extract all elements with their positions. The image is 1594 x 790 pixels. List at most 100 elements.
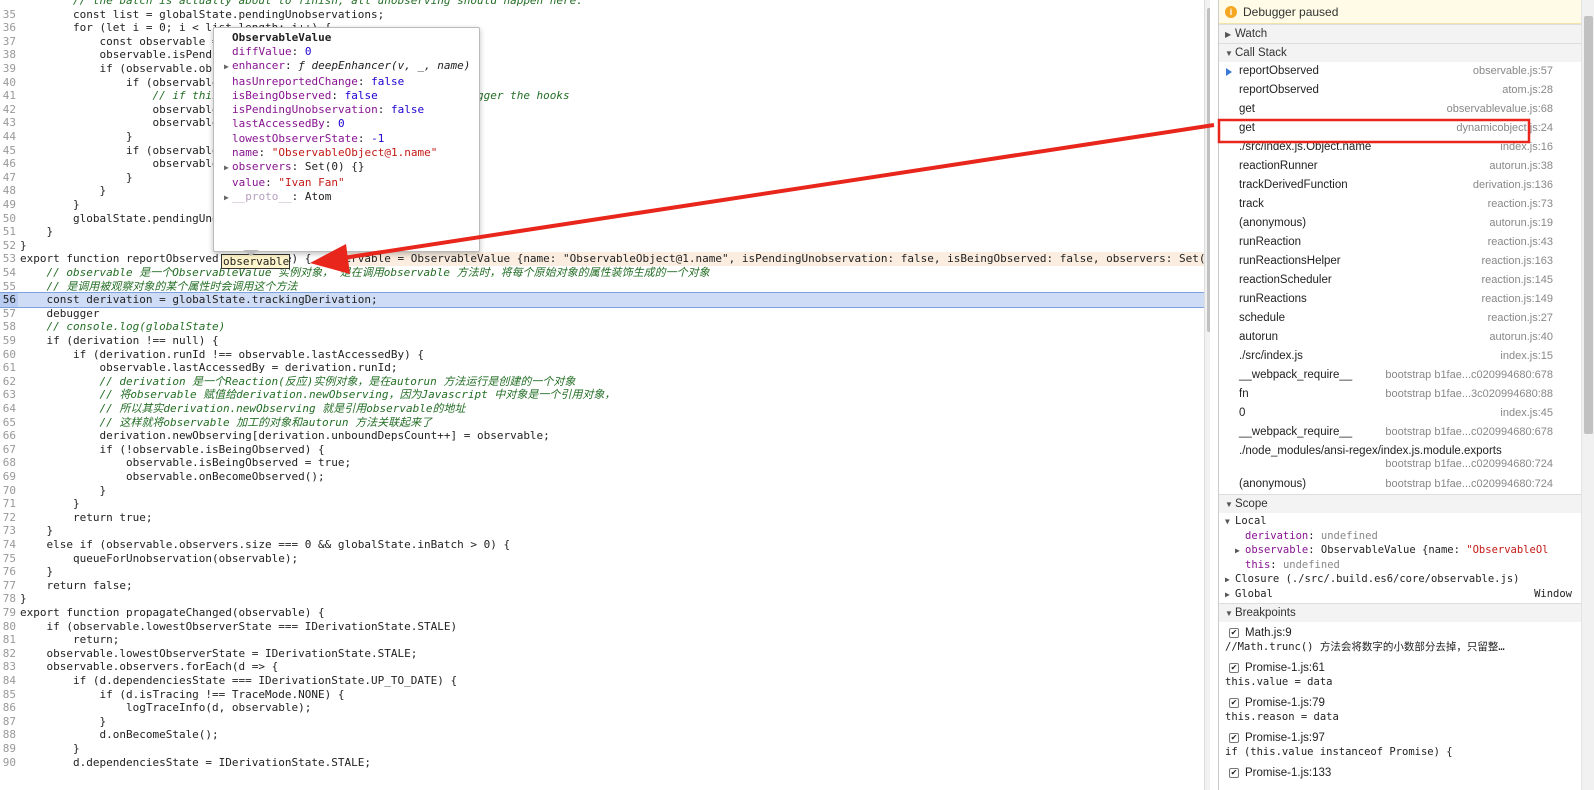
code-line[interactable]: 88 d.onBecomeStale();: [0, 728, 1204, 742]
code-line[interactable]: 87 }: [0, 715, 1204, 729]
scope-var-this[interactable]: this: undefined: [1225, 558, 1594, 573]
line-number[interactable]: 47: [0, 171, 18, 185]
line-number[interactable]: 57: [0, 307, 18, 321]
line-number[interactable]: 71: [0, 497, 18, 511]
line-number[interactable]: 72: [0, 511, 18, 525]
popover-property[interactable]: ▶ enhancer: ƒ deepEnhancer(v, _, name): [224, 59, 470, 74]
code-line[interactable]: 36 for (let i = 0; i < list.length; i++)…: [0, 21, 1204, 35]
line-number[interactable]: 74: [0, 538, 18, 552]
code-line[interactable]: 85 if (d.isTracing !== TraceMode.NONE) {: [0, 688, 1204, 702]
code-line[interactable]: 54 // observable 是一个ObservableValue 实例对象…: [0, 266, 1204, 280]
frame-location[interactable]: index.js:16: [1500, 138, 1553, 157]
callstack-frame[interactable]: reportObserved atom.js:28: [1219, 81, 1581, 100]
callstack-frame[interactable]: runReactions reaction.js:149: [1219, 290, 1581, 309]
frame-location[interactable]: dynamicobject.js:24: [1456, 119, 1553, 138]
code-line[interactable]: 89 }: [0, 742, 1204, 756]
line-number[interactable]: 68: [0, 456, 18, 470]
code-line[interactable]: 39 if (observable.observers.size === 0) …: [0, 62, 1204, 76]
code-line[interactable]: 38 observable.isPendingUnobservation = f…: [0, 48, 1204, 62]
callstack-frame[interactable]: runReactionsHelper reaction.js:163: [1219, 252, 1581, 271]
line-number[interactable]: 62: [0, 375, 18, 389]
callstack-frame[interactable]: get observablevalue.js:68: [1219, 100, 1581, 119]
code-line[interactable]: 52}: [0, 239, 1204, 253]
popover-property[interactable]: ▶ observers: Set(0) {}: [224, 160, 469, 175]
callstack-frame[interactable]: ./src/index.js.Object.name index.js:16: [1219, 138, 1581, 157]
callstack-frame[interactable]: ./src/index.js index.js:15: [1219, 347, 1581, 366]
breakpoint-checkbox[interactable]: ✔: [1229, 697, 1239, 708]
code-line[interactable]: 81 return;: [0, 633, 1204, 647]
callstack-frame[interactable]: (anonymous) autorun.js:19: [1219, 214, 1581, 233]
line-number[interactable]: 66: [0, 429, 18, 443]
breakpoint-item[interactable]: ✔ Promise-1.js:79 this.reason = data: [1219, 692, 1594, 727]
frame-location[interactable]: bootstrap b1fae...c020994680:678: [1385, 366, 1553, 385]
callstack-frame[interactable]: schedule reaction.js:27: [1219, 309, 1581, 328]
callstack-frame[interactable]: fn bootstrap b1fae...3c020994680:88: [1219, 385, 1581, 404]
line-number[interactable]: 59: [0, 334, 18, 348]
line-number[interactable]: 52: [0, 239, 18, 253]
code-line[interactable]: 73 }: [0, 524, 1204, 538]
line-number[interactable]: 40: [0, 76, 18, 90]
line-number[interactable]: 69: [0, 470, 18, 484]
code-line[interactable]: 45 if (observable instanceof ComputedVal…: [0, 144, 1204, 158]
code-line[interactable]: 53 export function reportObserved(observa…: [0, 252, 1210, 266]
code-line[interactable]: 78}: [0, 592, 1204, 606]
code-line[interactable]: 65 // 这样就将observable 加工的对象和autorun 方法关联起…: [0, 416, 1204, 430]
line-number[interactable]: 35: [0, 8, 18, 22]
line-number[interactable]: 75: [0, 552, 18, 566]
code-line[interactable]: 86 logTraceInfo(d, observable);: [0, 701, 1204, 715]
callstack-frame[interactable]: autorun autorun.js:40: [1219, 328, 1581, 347]
line-number[interactable]: 51: [0, 225, 18, 239]
code-line[interactable]: 50 globalState.pendingUnobservations = […: [0, 212, 1204, 226]
frame-location[interactable]: derivation.js:136: [1473, 176, 1553, 195]
scope-section-header[interactable]: ▼ Scope: [1219, 494, 1594, 513]
line-number[interactable]: 60: [0, 348, 18, 362]
line-number[interactable]: 67: [0, 443, 18, 457]
code-line[interactable]: 77 return false;: [0, 579, 1204, 593]
line-number[interactable]: 39: [0, 62, 18, 76]
sidebar-scrollbar[interactable]: [1581, 0, 1594, 790]
code-line[interactable]: 80 if (observable.lowestObserverState ==…: [0, 620, 1204, 634]
line-number[interactable]: 86: [0, 701, 18, 715]
breakpoint-checkbox[interactable]: ✔: [1229, 767, 1239, 778]
code-line[interactable]: 55 // 是调用被观察对象的某个属性时会调用这个方法: [0, 280, 1204, 294]
scope-local-header[interactable]: ▼ Local: [1225, 514, 1594, 529]
callstack-frame[interactable]: trackDerivedFunction derivation.js:136: [1219, 176, 1581, 195]
code-line[interactable]: 44 }: [0, 130, 1204, 144]
callstack-frame[interactable]: reportObserved observable.js:57: [1219, 62, 1581, 81]
frame-location[interactable]: reaction.js:145: [1481, 271, 1553, 290]
breakpoint-checkbox[interactable]: ✔: [1229, 662, 1239, 673]
line-number[interactable]: 79: [0, 606, 18, 620]
line-number[interactable]: 48: [0, 184, 18, 198]
code-editor[interactable]: // the batch is actually about to finish…: [0, 0, 1210, 790]
code-line[interactable]: 40 if (observable.isBeingObserved) {: [0, 76, 1204, 90]
frame-location[interactable]: atom.js:28: [1502, 81, 1553, 100]
callstack-frame[interactable]: track reaction.js:73: [1219, 195, 1581, 214]
callstack-frame[interactable]: __webpack_require__ bootstrap b1fae...c02…: [1219, 366, 1581, 385]
code-line[interactable]: 49 }: [0, 198, 1204, 212]
code-line[interactable]: 83 observable.observers.forEach(d => {: [0, 660, 1204, 674]
frame-location[interactable]: bootstrap b1fae...c020994680:678: [1385, 423, 1553, 442]
line-number[interactable]: 76: [0, 565, 18, 579]
code-line[interactable]: 51 }: [0, 225, 1204, 239]
code-line[interactable]: 82 observable.lowestObserverState = IDer…: [0, 647, 1204, 661]
line-number[interactable]: 42: [0, 103, 18, 117]
line-number[interactable]: 73: [0, 524, 18, 538]
line-number[interactable]: 41: [0, 89, 18, 103]
code-line[interactable]: 57 debugger: [0, 307, 1204, 321]
code-line[interactable]: 75 queueForUnobservation(observable);: [0, 552, 1204, 566]
code-line[interactable]: 64 // 所以其实derivation.newObserving 就是引用ob…: [0, 402, 1204, 416]
scope-global[interactable]: ▶ Global Window: [1225, 587, 1594, 602]
line-number[interactable]: 82: [0, 647, 18, 661]
frame-location[interactable]: bootstrap b1fae...c020994680:724: [1385, 475, 1553, 494]
code-line[interactable]: 71 }: [0, 497, 1204, 511]
frame-location[interactable]: bootstrap b1fae...c020994680:724: [1385, 457, 1553, 472]
breakpoint-item[interactable]: ✔ Promise-1.js:61 this.value = data: [1219, 657, 1594, 692]
breakpoint-item[interactable]: ✔ Promise-1.js:97 if (this.value instanceo…: [1219, 727, 1594, 762]
code-line[interactable]: 42 observable.isBeingObserved = false;: [0, 103, 1204, 117]
line-number[interactable]: 63: [0, 388, 18, 402]
code-line[interactable]: 37 const observable = list[i];: [0, 35, 1204, 49]
code-line[interactable]: 67 if (!observable.isBeingObserved) {: [0, 443, 1204, 457]
sidebar-scroll-thumb[interactable]: [1584, 16, 1593, 434]
code-line[interactable]: 90 d.dependenciesState = IDerivationStat…: [0, 756, 1204, 770]
frame-location[interactable]: index.js:15: [1500, 347, 1553, 366]
